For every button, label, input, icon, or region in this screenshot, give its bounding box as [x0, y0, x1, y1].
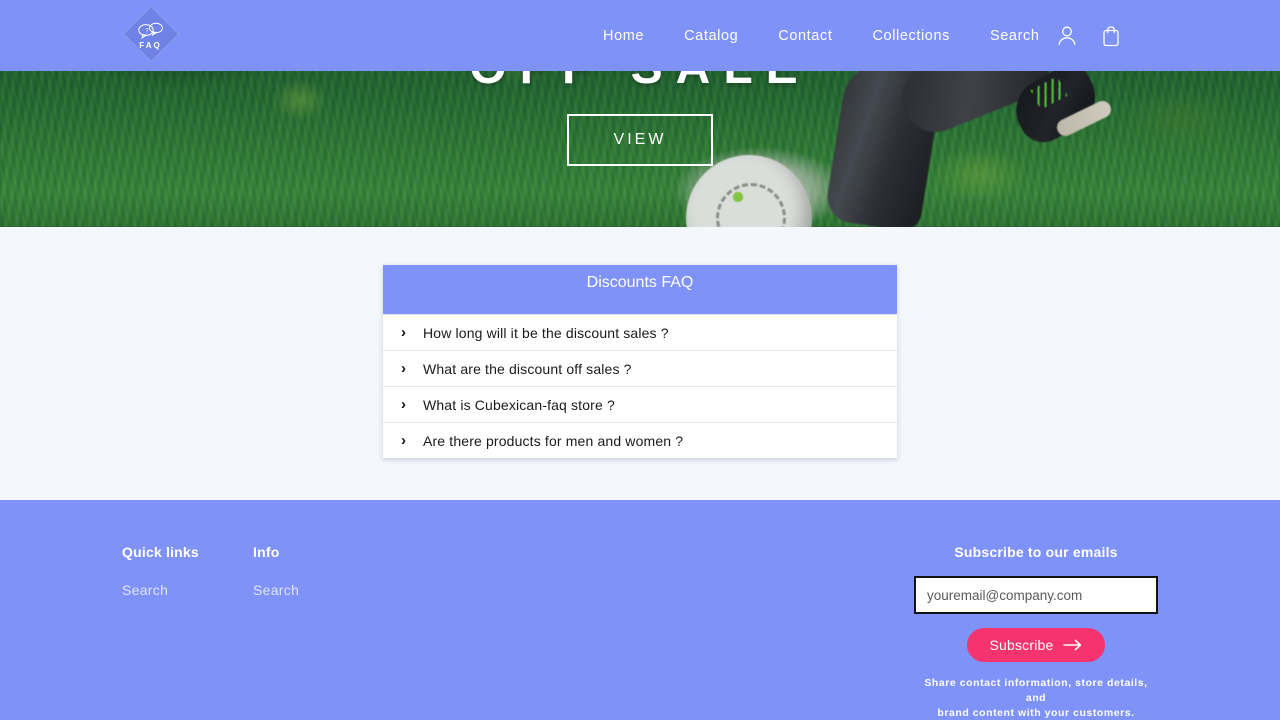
faq-item-4[interactable]: › Are there products for men and women ?: [383, 422, 897, 458]
site-logo[interactable]: ? FAQ: [122, 5, 180, 64]
chevron-right-icon: ›: [401, 360, 406, 377]
footer-link-search-info[interactable]: Search: [253, 582, 299, 598]
footer-heading-info: Info: [253, 544, 280, 560]
chevron-right-icon: ›: [401, 396, 406, 413]
logo-inner: ? FAQ: [123, 6, 178, 64]
faq-question-4: Are there products for men and women ?: [423, 432, 684, 449]
main-navigation: Home Catalog Contact Collections Search: [583, 0, 1060, 71]
cart-icon[interactable]: [1100, 24, 1122, 48]
header-icon-group: [1056, 0, 1122, 71]
arrow-right-icon: [1062, 639, 1081, 651]
faq-card: Discounts FAQ › How long will it be the …: [383, 265, 897, 458]
subscribe-heading: Subscribe to our emails: [954, 544, 1118, 560]
subscribe-note-line2: brand content with your customers.: [937, 706, 1135, 719]
site-header: ? FAQ Home Catalog Contact Collections S…: [0, 0, 1280, 71]
nav-item-search[interactable]: Search: [970, 28, 1060, 44]
faq-item-3[interactable]: › What is Cubexican-faq store ?: [383, 386, 897, 422]
footer-column-info: Info Search: [253, 544, 299, 598]
site-footer: Quick links Search Info Search Subscribe…: [0, 500, 1280, 720]
subscribe-note-line1: Share contact information, store details…: [924, 677, 1148, 704]
nav-item-contact[interactable]: Contact: [758, 28, 852, 44]
faq-item-1[interactable]: › How long will it be the discount sales…: [383, 314, 897, 350]
main-content: Discounts FAQ › How long will it be the …: [0, 227, 1280, 500]
hero-view-button[interactable]: VIEW: [567, 114, 713, 166]
svg-text:?: ?: [145, 28, 149, 34]
subscribe-section: Subscribe to our emails Subscribe Share …: [914, 544, 1158, 720]
email-input[interactable]: [914, 576, 1158, 614]
faq-question-2: What are the discount off sales ?: [423, 360, 632, 377]
logo-text: FAQ: [139, 40, 162, 50]
faq-title: Discounts FAQ: [383, 265, 897, 314]
account-icon[interactable]: [1056, 24, 1078, 48]
footer-column-quick-links: Quick links Search: [122, 544, 199, 598]
speech-bubbles-icon: ?: [137, 22, 163, 39]
footer-heading-quick-links: Quick links: [122, 544, 199, 560]
footer-link-search-quick[interactable]: Search: [122, 582, 199, 598]
nav-item-home[interactable]: Home: [583, 28, 664, 44]
subscribe-note: Share contact information, store details…: [914, 676, 1158, 720]
faq-question-3: What is Cubexican-faq store ?: [423, 396, 615, 413]
subscribe-button[interactable]: Subscribe: [967, 628, 1105, 662]
faq-item-2[interactable]: › What are the discount off sales ?: [383, 350, 897, 386]
chevron-right-icon: ›: [401, 432, 406, 449]
subscribe-button-label: Subscribe: [989, 637, 1054, 653]
chevron-right-icon: ›: [401, 324, 406, 341]
page-root: OFF SALE VIEW ? FAQ Home Catalog Contact: [0, 0, 1280, 720]
nav-item-collections[interactable]: Collections: [852, 28, 970, 44]
nav-item-catalog[interactable]: Catalog: [664, 28, 758, 44]
faq-question-1: How long will it be the discount sales ?: [423, 324, 669, 341]
